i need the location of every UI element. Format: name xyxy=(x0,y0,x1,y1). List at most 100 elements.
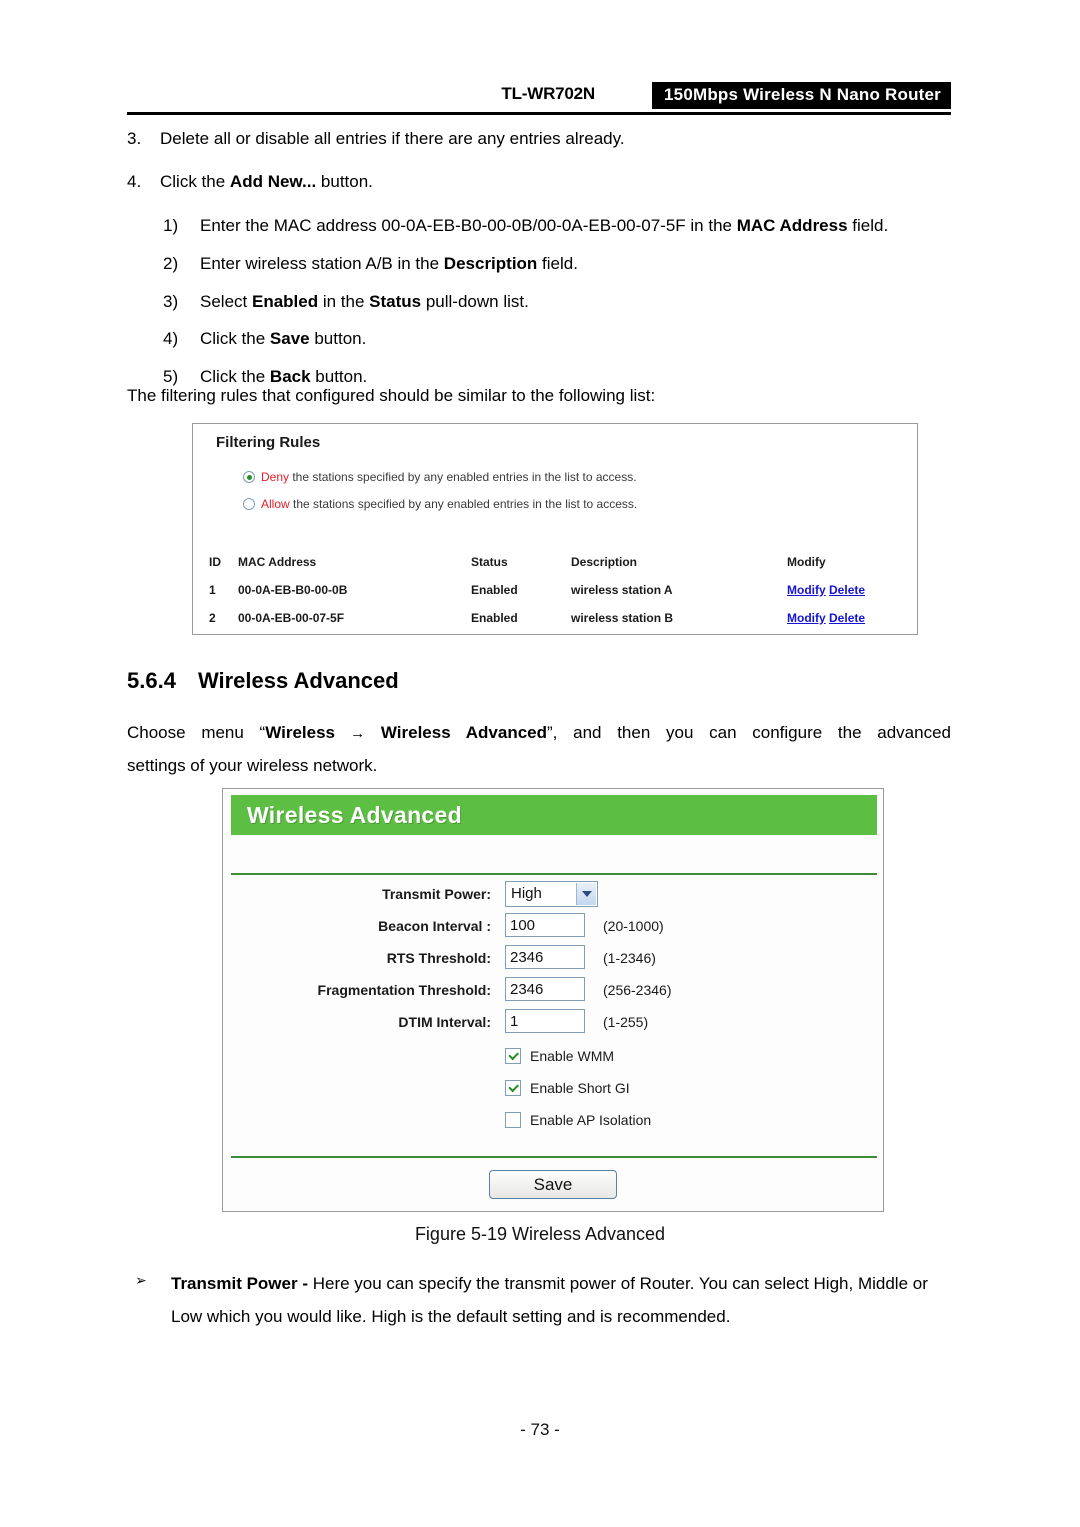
column-header-id: ID xyxy=(209,555,221,569)
beacon-interval-input[interactable] xyxy=(505,913,585,937)
cell-modify-links: Modify Delete xyxy=(787,604,907,632)
rts-threshold-input[interactable] xyxy=(505,945,585,969)
dtim-interval-input[interactable] xyxy=(505,1009,585,1033)
model-name: TL-WR702N xyxy=(501,84,595,103)
label-enable-short-gi: Enable Short GI xyxy=(530,1080,630,1096)
page-number: - 73 - xyxy=(520,1420,560,1439)
label-beacon-interval: Beacon Interval : xyxy=(378,918,491,934)
checkbox-row-enable-ap-isolation[interactable]: Enable AP Isolation xyxy=(505,1110,651,1142)
para-line-2: settings of your wireless network. xyxy=(127,756,378,776)
section-heading: 5.6.4 Wireless Advanced xyxy=(127,668,399,694)
list-text-bold: Add New... xyxy=(229,171,317,191)
modify-link[interactable]: Modify xyxy=(787,611,826,625)
panel-title: Wireless Advanced xyxy=(247,802,462,828)
list-item: 1) Enter the MAC address 00-0A-EB-B0-00-… xyxy=(163,215,963,237)
save-button-area: Save xyxy=(223,1170,883,1199)
wireless-advanced-panel: Wireless Advanced Transmit Power: High B… xyxy=(222,788,884,1212)
cell-modify-links: Modify Delete xyxy=(787,576,907,604)
modify-link[interactable]: Modify xyxy=(787,583,826,597)
step-text: field. xyxy=(847,216,889,235)
cell-status: Enabled xyxy=(471,583,518,597)
step-text: field. xyxy=(537,253,578,273)
list-item: 3) Select Enabled in the Status pull-dow… xyxy=(163,291,963,313)
filtering-rules-title: Filtering Rules xyxy=(216,434,321,451)
list-number: 2) xyxy=(163,253,179,273)
label-dtim-interval: DTIM Interval: xyxy=(398,1014,491,1030)
column-header-status: Status xyxy=(471,555,508,569)
filtering-rules-panel: Filtering Rules Deny the stations specif… xyxy=(192,423,918,635)
chevron-down-icon[interactable] xyxy=(576,883,596,905)
list-number: 1) xyxy=(163,216,179,235)
field-wrapper xyxy=(505,945,585,969)
delete-link[interactable]: Delete xyxy=(829,611,865,625)
transmit-power-value: High xyxy=(511,885,542,902)
checkbox-row-enable-wmm[interactable]: Enable WMM xyxy=(505,1046,651,1078)
product-badge: 150Mbps Wireless N Nano Router xyxy=(652,82,951,109)
step-text: Select xyxy=(200,291,252,311)
hint-beacon-interval: (20-1000) xyxy=(603,918,664,934)
button-name: Back xyxy=(269,367,311,386)
table-row: 1 00-0A-EB-B0-00-0B Enabled wireless sta… xyxy=(209,576,903,604)
filtering-rule-option-allow[interactable]: Allow the stations specified by any enab… xyxy=(243,497,637,511)
checkbox-row-enable-short-gi[interactable]: Enable Short GI xyxy=(505,1078,651,1110)
checkbox-enable-short-gi-icon[interactable] xyxy=(505,1080,521,1096)
cell-mac-address: 00-0A-EB-B0-00-0B xyxy=(238,583,348,597)
document-page: TL-WR702N 150Mbps Wireless N Nano Router… xyxy=(0,0,1080,1527)
list-item: 2) Enter wireless station A/B in the Des… xyxy=(163,253,963,275)
filtering-rules-table: ID MAC Address Status Description Modify… xyxy=(209,548,903,632)
step-text: Enter wireless station A/B in the xyxy=(200,253,444,273)
option-text: the stations specified by any enabled en… xyxy=(289,470,637,484)
transmit-power-select[interactable]: High xyxy=(505,881,598,907)
cell-description: wireless station A xyxy=(571,583,673,597)
form-row-beacon-interval: Beacon Interval : (20-1000) xyxy=(223,913,883,945)
panel-divider-top xyxy=(231,873,877,875)
field-name: Description xyxy=(443,253,538,273)
label-rts-threshold: RTS Threshold: xyxy=(386,950,491,966)
field-wrapper xyxy=(505,977,585,1001)
label-fragmentation-threshold: Fragmentation Threshold: xyxy=(317,982,491,998)
filtering-intro-paragraph: The filtering rules that configured shou… xyxy=(127,386,656,405)
para-pre: Choose menu “ xyxy=(127,723,266,742)
column-header-modify: Modify xyxy=(787,555,826,569)
list-text-post: button. xyxy=(316,171,373,191)
form-row-rts-threshold: RTS Threshold: (1-2346) xyxy=(223,945,883,977)
checkbox-enable-wmm-icon[interactable] xyxy=(505,1048,521,1064)
section-title: Wireless Advanced xyxy=(197,668,399,693)
radio-deny-icon[interactable] xyxy=(243,471,255,483)
header-rule xyxy=(127,112,951,115)
arrow-icon: → xyxy=(350,725,366,742)
checkbox-enable-ap-isolation-icon[interactable] xyxy=(505,1112,521,1128)
save-button[interactable]: Save xyxy=(489,1170,617,1199)
field-wrapper: High xyxy=(505,881,598,907)
outer-step-list: 3. Delete all or disable all entries if … xyxy=(127,128,957,214)
hint-fragmentation-threshold: (256-2346) xyxy=(603,982,672,998)
delete-link[interactable]: Delete xyxy=(829,583,865,597)
list-text-pre: Click the xyxy=(160,171,230,191)
section-number: 5.6.4 xyxy=(127,668,176,693)
table-row: 2 00-0A-EB-00-07-5F Enabled wireless sta… xyxy=(209,604,903,632)
cell-description: wireless station B xyxy=(571,611,674,625)
field-name: Status xyxy=(369,291,422,311)
para-mid: ”, and then you can configure the advanc… xyxy=(547,723,951,742)
filtering-rule-option-deny[interactable]: Deny the stations specified by any enabl… xyxy=(243,470,637,484)
field-name: MAC Address xyxy=(736,216,848,235)
form-row-fragmentation-threshold: Fragmentation Threshold: (256-2346) xyxy=(223,977,883,1009)
form-row-transmit-power: Transmit Power: High xyxy=(223,881,883,913)
table-header-row: ID MAC Address Status Description Modify xyxy=(209,548,903,576)
field-wrapper xyxy=(505,1009,585,1033)
list-item: 4) Click the Save button. xyxy=(163,328,963,350)
step-text: button. xyxy=(310,367,368,386)
mac-address-value: 00-0A-EB-B0-00-0B/00-0A-EB-00-07-5F xyxy=(381,216,686,235)
hint-rts-threshold: (1-2346) xyxy=(603,950,656,966)
label-enable-ap-isolation: Enable AP Isolation xyxy=(530,1112,652,1128)
bullet-paragraph-transmit-power: ➢ Transmit Power - Here you can specify t… xyxy=(135,1267,955,1333)
wireless-advanced-form: Transmit Power: High Beacon Interval : (… xyxy=(223,881,883,1041)
fragmentation-threshold-input[interactable] xyxy=(505,977,585,1001)
cell-status: Enabled xyxy=(471,611,518,625)
radio-allow-icon[interactable] xyxy=(243,498,255,510)
step-text: Click the xyxy=(200,367,270,386)
cell-id: 2 xyxy=(209,611,216,625)
hint-dtim-interval: (1-255) xyxy=(603,1014,649,1030)
step-text: button. xyxy=(309,329,367,349)
step-text: pull-down list. xyxy=(421,291,529,311)
